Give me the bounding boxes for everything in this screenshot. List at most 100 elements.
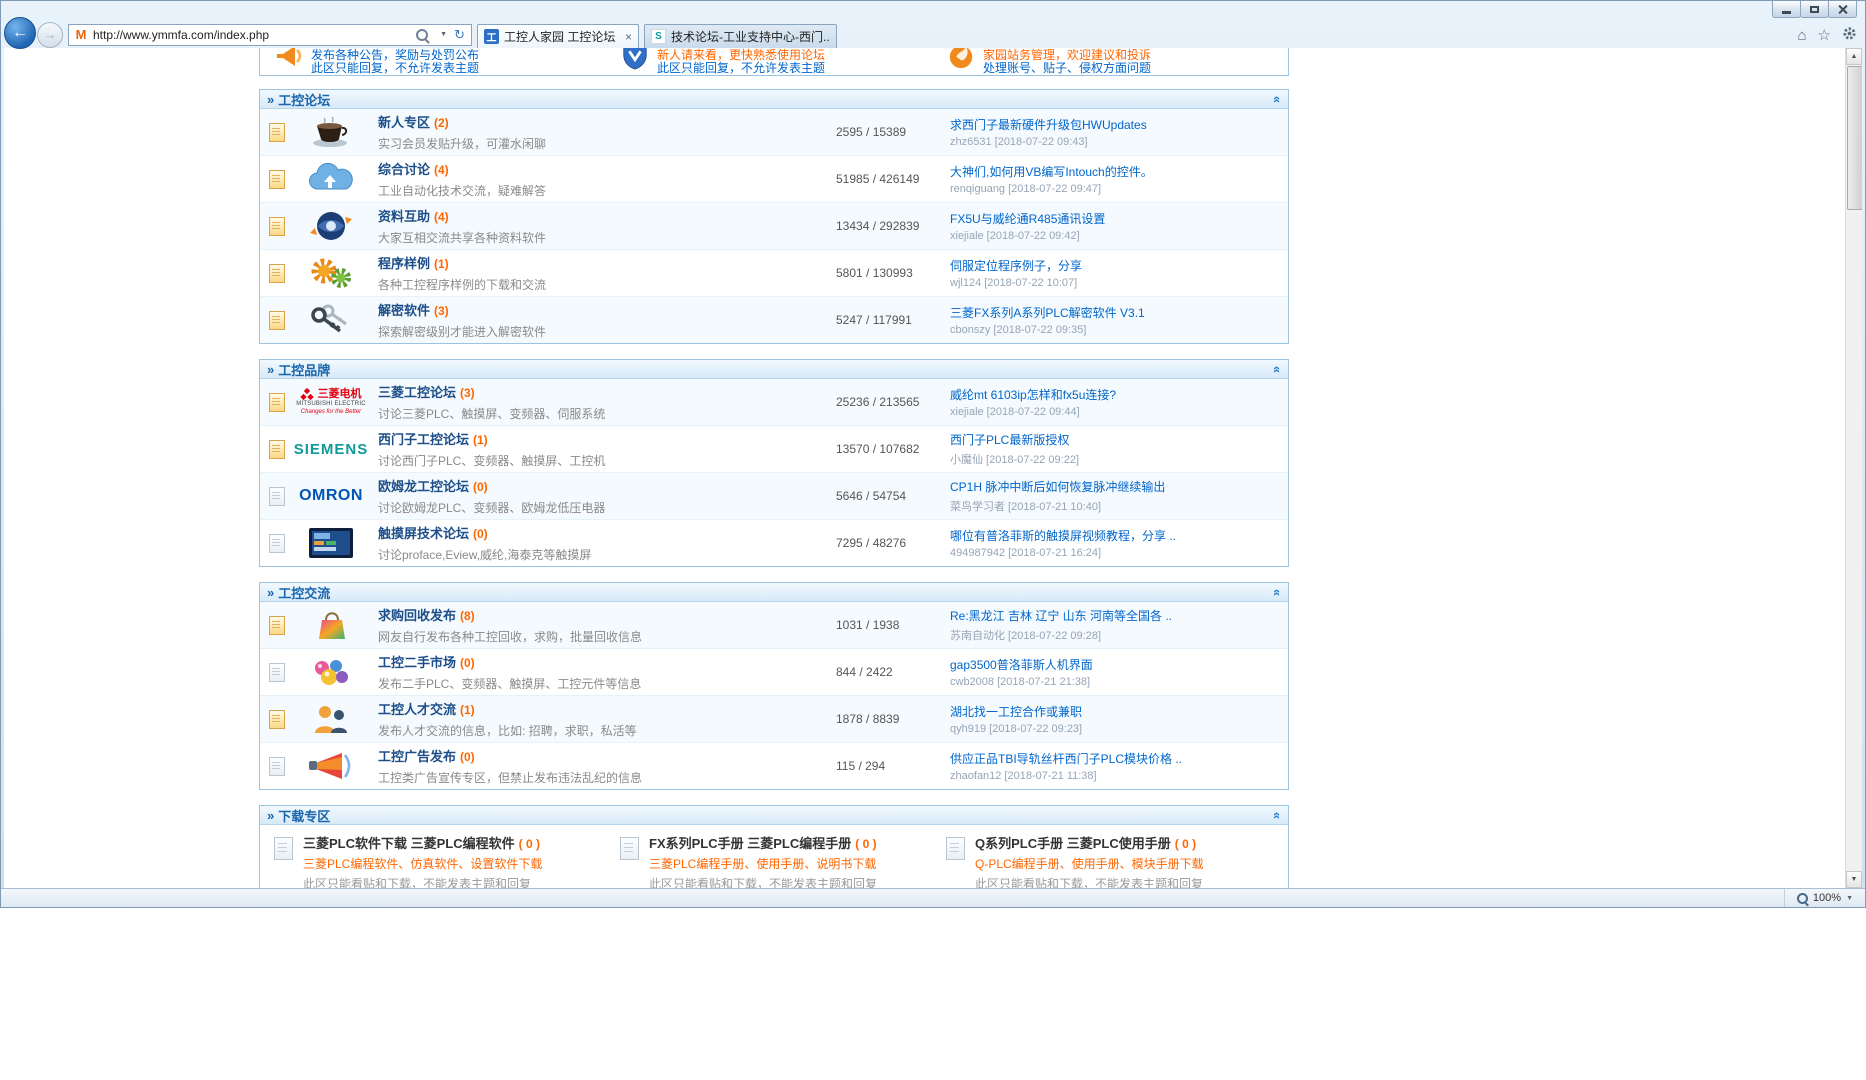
forum-row: 求购回收发布(8) 网友自行发布各种工控回收，求购，批量回收信息 1031 / …: [260, 602, 1288, 649]
minimize-button[interactable]: [1772, 1, 1801, 18]
scroll-up-icon: ▲: [1851, 53, 1858, 60]
last-topic-link[interactable]: 大神们,如何用VB编写Intouch的控件。: [950, 163, 1280, 180]
download-forum-link[interactable]: 三菱PLC软件下载 三菱PLC编程软件: [303, 836, 515, 851]
new-post-count: (3): [434, 304, 449, 318]
last-topic-link[interactable]: 伺服定位程序例子，分享: [950, 257, 1280, 274]
forum-link[interactable]: 解密软件: [378, 303, 430, 318]
last-post-meta: 小魔仙 [2018-07-22 09:22]: [950, 451, 1280, 467]
forum-desc: 实习会员发贴升级，可灌水闲聊: [378, 135, 836, 152]
last-post-meta: 苏南自动化 [2018-07-22 09:28]: [950, 627, 1280, 643]
forward-button[interactable]: →: [37, 22, 63, 48]
forum-link[interactable]: 西门子工控论坛: [378, 432, 469, 447]
search-icon[interactable]: [416, 29, 428, 41]
last-topic-link[interactable]: 求西门子最新硬件升级包HWUpdates: [950, 116, 1280, 133]
notice-line[interactable]: 此区只能回复，不允许发表主题: [657, 62, 825, 75]
brand-name-cn: 三菱电机: [317, 388, 361, 402]
notice-section-partial: 发布各种公告，奖励与处罚公布 此区只能回复，不允许发表主题 新人请来看，更快熟悉…: [259, 48, 1289, 76]
last-topic-link[interactable]: CP1H 脉冲中断后如何恢复脉冲继续输出: [950, 478, 1280, 495]
download-sub-link[interactable]: Q-PLC编程手册、使用手册、模块手册下载: [975, 855, 1204, 872]
home-icon[interactable]: ⌂: [1797, 28, 1806, 43]
collapse-chevrons-icon[interactable]: «: [1271, 365, 1284, 372]
last-topic-link[interactable]: 西门子PLC最新版授权: [950, 431, 1280, 448]
download-forum: Q系列PLC手册 三菱PLC使用手册( 0 ) Q-PLC编程手册、使用手册、模…: [932, 833, 1288, 888]
globe-swirl-icon[interactable]: [294, 210, 368, 242]
zoom-dropdown-icon[interactable]: ▼: [1846, 895, 1853, 902]
forum-link[interactable]: 工控人才交流: [378, 702, 456, 717]
shopping-bag-icon[interactable]: [294, 608, 368, 642]
last-topic-link[interactable]: 三菱FX系列A系列PLC解密软件 V3.1: [950, 304, 1280, 321]
last-topic-link[interactable]: 哪位有普洛菲斯的触摸屏视频教程，分享 ..: [950, 527, 1280, 544]
siemens-logo[interactable]: SIEMENS: [294, 441, 368, 458]
url-text[interactable]: http://www.ymmfa.com/index.php: [93, 28, 414, 42]
forum-link[interactable]: 欧姆龙工控论坛: [378, 479, 469, 494]
download-sub-link[interactable]: 三菱PLC编程手册、使用手册、说明书下载: [649, 855, 877, 872]
section-title[interactable]: 下载专区: [278, 806, 330, 825]
download-forum-link[interactable]: Q系列PLC手册 三菱PLC使用手册: [975, 836, 1171, 851]
tab-close-icon[interactable]: ×: [625, 30, 632, 44]
zoom-control[interactable]: 100% ▼: [1784, 889, 1853, 907]
cloud-sync-icon[interactable]: [294, 163, 368, 195]
section-title[interactable]: 工控交流: [278, 583, 330, 602]
forum-link[interactable]: 工控广告发布: [378, 749, 456, 764]
forum-link[interactable]: 程序样例: [378, 256, 430, 271]
old-posts-page-icon: [269, 487, 285, 506]
forum-link[interactable]: 求购回收发布: [378, 608, 456, 623]
forum-link[interactable]: 触摸屏技术论坛: [378, 526, 469, 541]
notice-line[interactable]: 处理账号、贴子、侵权方面问题: [983, 62, 1151, 75]
new-post-count: (1): [460, 703, 475, 717]
scroll-up-button[interactable]: ▲: [1846, 48, 1862, 65]
settings-gear-icon[interactable]: [1842, 26, 1857, 44]
back-button[interactable]: ←: [4, 17, 36, 49]
forum-link[interactable]: 资料互助: [378, 209, 430, 224]
shield-icon: [621, 48, 649, 75]
scrollbar-thumb[interactable]: [1847, 66, 1862, 210]
vertical-scrollbar[interactable]: ▲ ▼: [1845, 48, 1862, 888]
close-button[interactable]: [1828, 1, 1857, 18]
touch-panel-icon[interactable]: [294, 528, 368, 558]
dropdown-icon[interactable]: ▼: [440, 31, 447, 38]
gears-icon[interactable]: [294, 257, 368, 289]
last-topic-link[interactable]: 供应正品TBI导轨丝杆西门子PLC模块价格 ..: [950, 750, 1280, 767]
keys-icon[interactable]: [294, 304, 368, 336]
address-bar[interactable]: M http://www.ymmfa.com/index.php ▼ ↻: [68, 24, 472, 46]
last-post-meta: 494987942 [2018-07-21 16:24]: [950, 547, 1280, 559]
refresh-icon[interactable]: ↻: [454, 27, 465, 43]
people-icon[interactable]: [294, 703, 368, 735]
forum-link[interactable]: 综合讨论: [378, 162, 430, 177]
coffee-cup-icon[interactable]: [294, 116, 368, 148]
favorites-star-icon[interactable]: ☆: [1818, 28, 1831, 43]
forum-link[interactable]: 工控二手市场: [378, 655, 456, 670]
page-viewport: 发布各种公告，奖励与处罚公布 此区只能回复，不允许发表主题 新人请来看，更快熟悉…: [4, 48, 1862, 888]
last-topic-link[interactable]: Re:黑龙江 吉林 辽宁 山东 河南等全国各 ..: [950, 607, 1280, 624]
forum-link[interactable]: 新人专区: [378, 115, 430, 130]
download-note: 此区只能看贴和下载，不能发表主题和回复: [649, 875, 877, 888]
notice-line[interactable]: 此区只能回复，不允许发表主题: [311, 62, 479, 75]
mitsubishi-logo[interactable]: 三菱电机 MITSUBISHI ELECTRIC Changes for the…: [294, 388, 368, 417]
folder-icon: [946, 837, 965, 860]
window-controls: [1773, 1, 1857, 18]
forum-row: 资料互助(4) 大家互相交流共享各种资料软件 13434 / 292839 FX…: [260, 203, 1288, 250]
download-sub-link[interactable]: 三菱PLC编程软件、仿真软件、设置软件下载: [303, 855, 542, 872]
forum-link[interactable]: 三菱工控论坛: [378, 385, 456, 400]
new-post-count: (1): [434, 257, 449, 271]
color-balls-icon[interactable]: [294, 656, 368, 688]
section-title[interactable]: 工控品牌: [278, 360, 330, 379]
scroll-down-button[interactable]: ▼: [1846, 871, 1862, 888]
new-post-count: ( 0 ): [855, 837, 876, 851]
collapse-chevrons-icon[interactable]: «: [1271, 95, 1284, 102]
maximize-button[interactable]: [1800, 1, 1829, 18]
omron-logo[interactable]: OMRON: [294, 487, 368, 505]
forum-stats: 7295 / 48276: [836, 536, 950, 550]
last-topic-link[interactable]: gap3500普洛菲斯人机界面: [950, 656, 1280, 673]
tab-siemens-support[interactable]: S 技术论坛-工业支持中心-西门...: [644, 24, 837, 48]
collapse-chevrons-icon[interactable]: «: [1271, 588, 1284, 595]
collapse-chevrons-icon[interactable]: «: [1271, 811, 1284, 818]
forum-stats: 2595 / 15389: [836, 125, 950, 139]
megaphone-icon[interactable]: [294, 749, 368, 783]
last-topic-link[interactable]: 威纶mt 6103ip怎样和fx5u连接?: [950, 386, 1280, 403]
section-title[interactable]: 工控论坛: [278, 90, 330, 109]
tab-forum-home[interactable]: 工 工控人家园 工控论坛 ×: [477, 24, 639, 48]
download-forum-link[interactable]: FX系列PLC手册 三菱PLC编程手册: [649, 836, 851, 851]
last-topic-link[interactable]: 湖北找一工控合作或兼职: [950, 703, 1280, 720]
last-topic-link[interactable]: FX5U与威纶通R485通讯设置: [950, 210, 1280, 227]
